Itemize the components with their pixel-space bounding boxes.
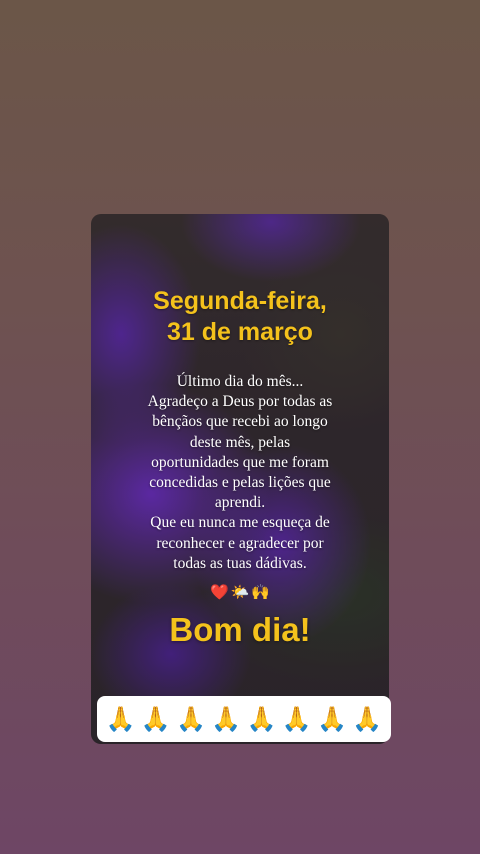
praying-hands-reaction-icon[interactable]: 🙏: [317, 704, 347, 734]
story-text-overlay: Segunda-feira, 31 de março Último dia do…: [91, 214, 389, 744]
gratitude-message: Último dia do mês... Agradeço a Deus por…: [111, 372, 369, 574]
sun-cloud-icon: 🌤️: [230, 583, 250, 601]
message-line: oportunidades que me foram: [151, 453, 329, 471]
praying-hands-reaction-icon[interactable]: 🙏: [282, 704, 312, 734]
emoji-row: ❤️ 🌤️ 🙌: [91, 582, 389, 602]
message-line: Agradeço a Deus por todas as: [147, 393, 333, 411]
raised-hands-icon: 🙌: [251, 583, 271, 601]
good-morning-greeting: Bom dia!: [169, 611, 311, 648]
praying-hands-reaction-icon[interactable]: 🙏: [106, 704, 136, 734]
message-line: Último dia do mês...: [176, 373, 304, 390]
message-line: bênçãos que recebi ao longo: [152, 413, 328, 431]
date-headline: Segunda-feira, 31 de março: [91, 286, 389, 348]
message-line: reconhecer e agradecer por: [156, 534, 324, 552]
message-line: todas as tuas dádivas.: [173, 554, 307, 572]
story-image-card: Segunda-feira, 31 de março Último dia do…: [91, 214, 389, 744]
heart-icon: ❤️: [209, 583, 229, 601]
headline-date: 31 de março: [167, 318, 313, 346]
praying-hands-reaction-icon[interactable]: 🙏: [176, 704, 206, 734]
praying-hands-reaction-icon[interactable]: 🙏: [247, 704, 277, 734]
message-line: deste mês, pelas: [189, 433, 291, 451]
message-line: concedidas e pelas lições que: [149, 474, 331, 492]
praying-hands-reaction-icon[interactable]: 🙏: [352, 704, 382, 734]
message-line: Que eu nunca me esqueça de: [150, 514, 330, 532]
headline-weekday: Segunda-feira,: [153, 287, 327, 315]
praying-hands-reaction-icon[interactable]: 🙏: [141, 704, 171, 734]
quick-reaction-bar: 🙏 🙏 🙏 🙏 🙏 🙏 🙏 🙏: [97, 696, 391, 742]
message-line: aprendi.: [214, 494, 266, 512]
praying-hands-reaction-icon[interactable]: 🙏: [211, 704, 241, 734]
